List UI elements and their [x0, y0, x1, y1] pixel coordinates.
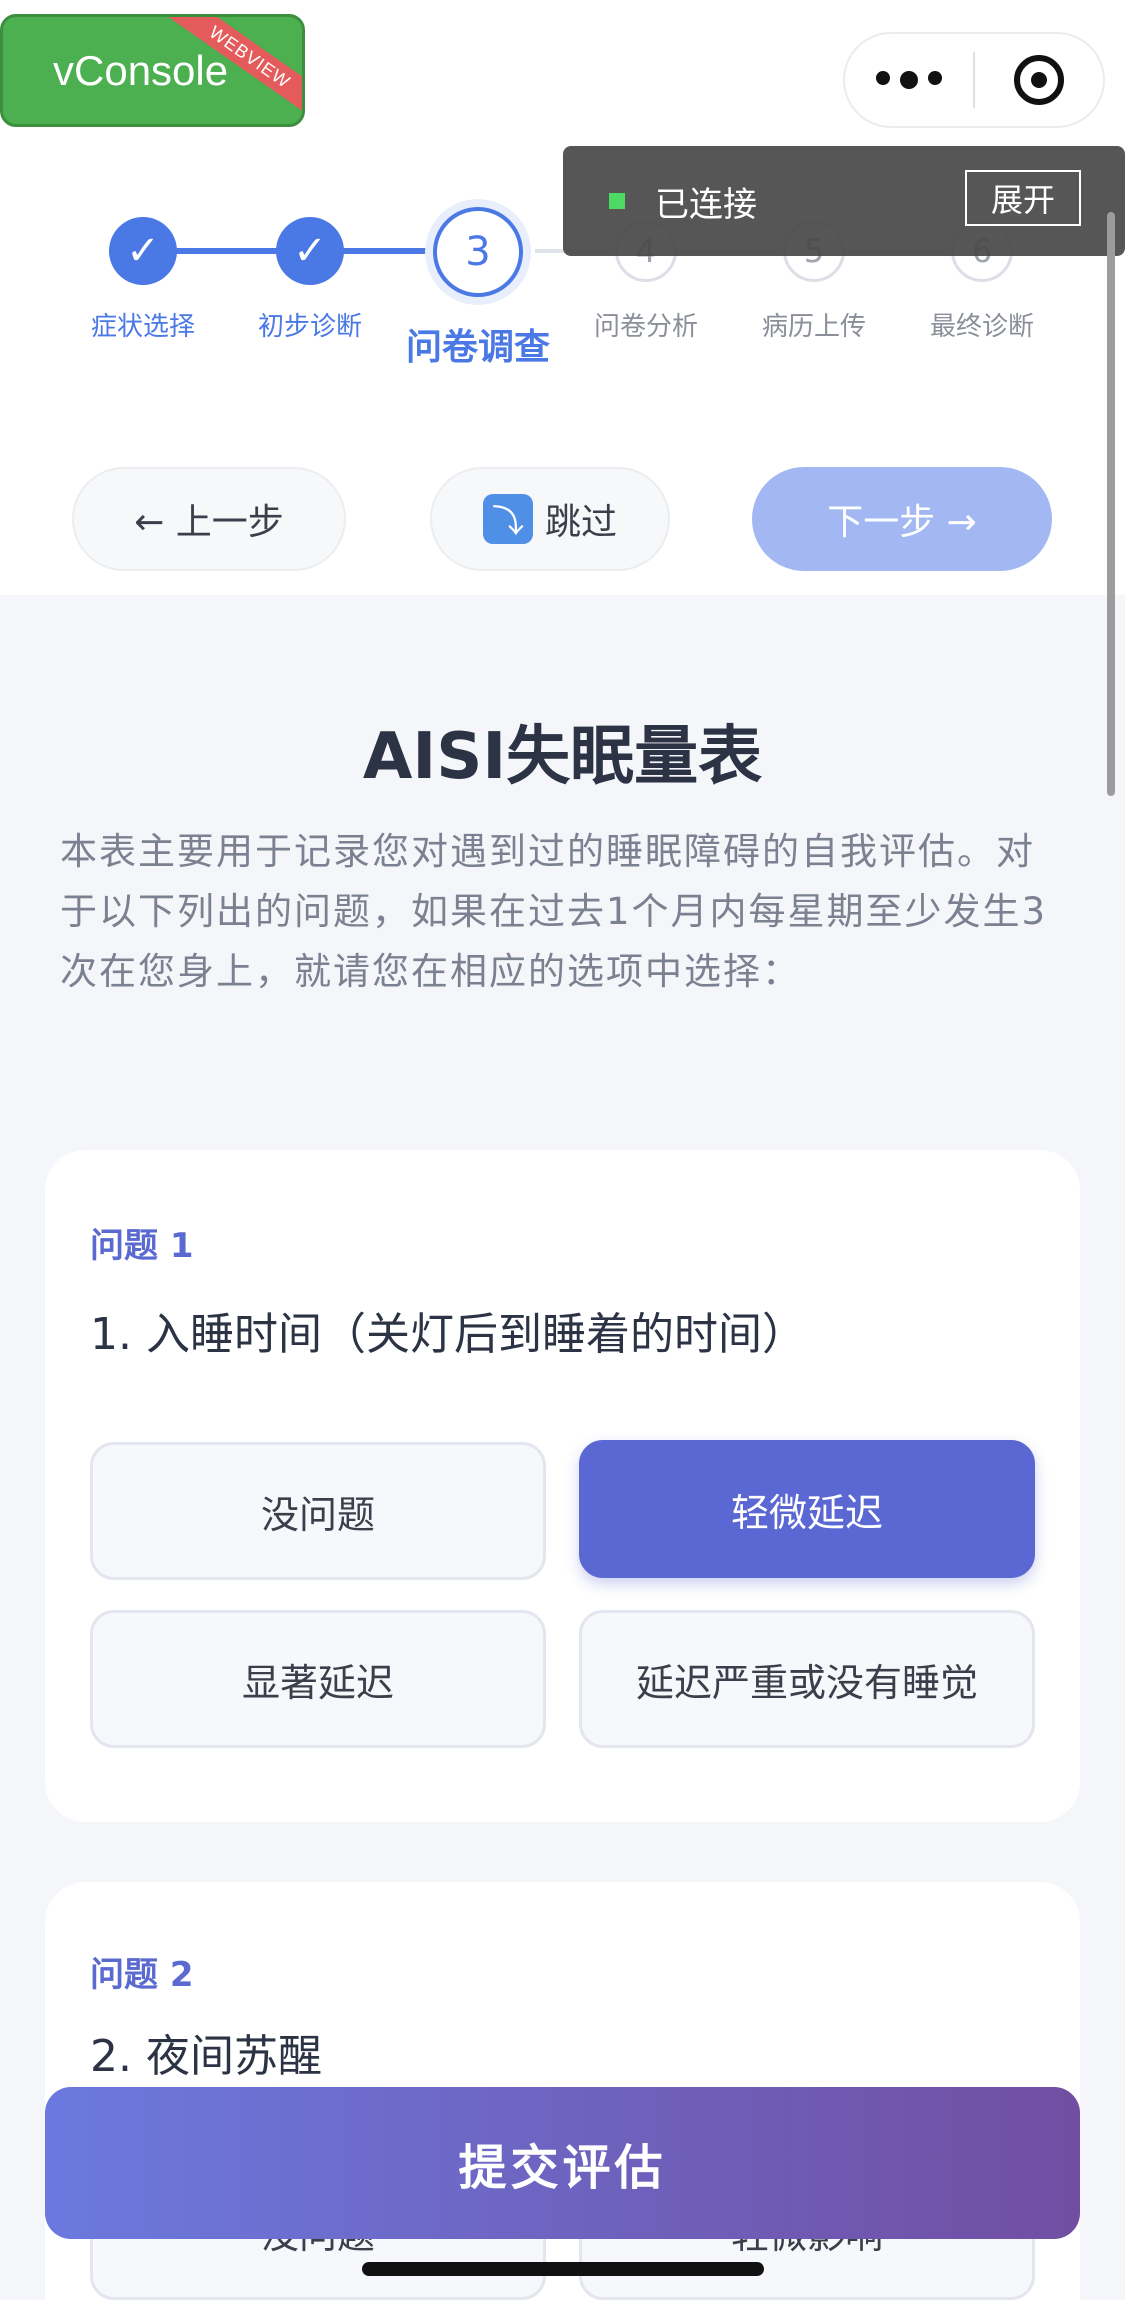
expand-button[interactable]: 展开 [965, 170, 1081, 226]
q1-option-2-selected[interactable]: 轻微延迟 [579, 1440, 1035, 1578]
prev-step-button[interactable]: ← 上一步 [72, 467, 346, 571]
question-1-text: 1. 入睡时间（关灯后到睡着的时间） [90, 1309, 806, 1360]
q1-option-3[interactable]: 显著延迟 [90, 1610, 546, 1748]
step-1-label: 症状选择 [90, 312, 195, 342]
skip-button[interactable]: ⤵ 跳过 [430, 467, 670, 571]
skip-arrow-icon: ⤵ [482, 494, 533, 544]
vconsole-label: vConsole [53, 46, 229, 94]
close-target-icon[interactable] [975, 55, 1103, 105]
q1-option-1[interactable]: 没问题 [90, 1442, 546, 1580]
more-icon[interactable] [845, 71, 973, 89]
submit-assessment-button[interactable]: 提交评估 [45, 2087, 1080, 2239]
question-1-tag: 问题 1 [90, 1226, 194, 1266]
miniprogram-capsule [843, 32, 1105, 128]
scale-title: AISI失眠量表 [362, 720, 763, 794]
question-2-text: 2. 夜间苏醒 [90, 2031, 322, 2082]
question-2-tag: 问题 2 [90, 1955, 194, 1995]
connection-status: 已连接 [655, 184, 757, 225]
step-3-label: 问卷调查 [405, 327, 550, 368]
step-4-label: 问卷分析 [593, 312, 698, 342]
step-1-check-icon[interactable]: ✓ [109, 217, 177, 285]
next-step-button[interactable]: 下一步 → [752, 467, 1052, 571]
step-3-number: 3 [433, 207, 523, 297]
question-card-1: 问题 1 1. 入睡时间（关灯后到睡着的时间） 没问题 轻微延迟 显著延迟 延迟… [45, 1150, 1080, 1822]
home-indicator [362, 2262, 764, 2276]
step-2-check-icon[interactable]: ✓ [276, 217, 344, 285]
vconsole-button[interactable]: vConsole WEBVIEW [0, 14, 305, 127]
skip-label: 跳过 [544, 502, 617, 543]
connected-dot-icon [609, 193, 625, 209]
q1-option-4[interactable]: 延迟严重或没有睡觉 [579, 1610, 1035, 1748]
step-5-label: 病历上传 [761, 312, 866, 342]
vconsole-status-panel: 已连接 展开 [563, 146, 1125, 256]
scale-description: 本表主要用于记录您对遇到过的睡眠障碍的自我评估。对于以下列出的问题，如果在过去1… [60, 830, 1048, 993]
step-2-label: 初步诊断 [257, 312, 362, 342]
step-6-label: 最终诊断 [929, 312, 1034, 342]
step-3-current[interactable]: 3 [425, 199, 531, 305]
